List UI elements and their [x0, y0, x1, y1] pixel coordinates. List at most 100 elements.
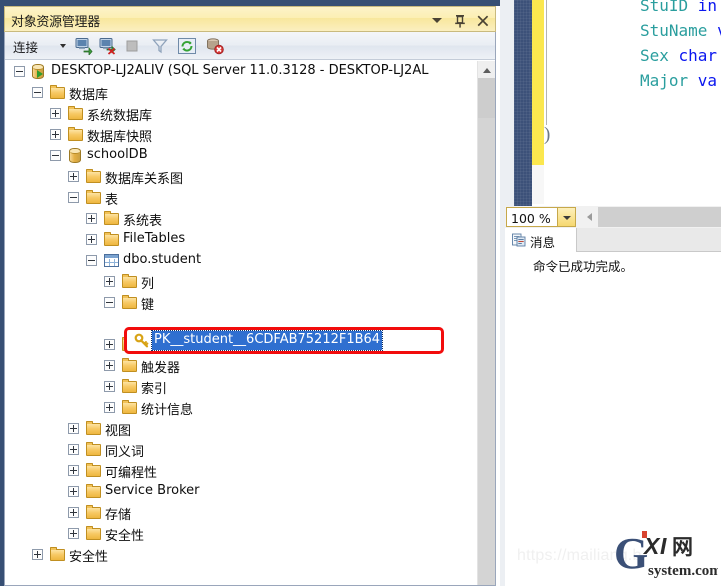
- table-icon: [104, 254, 119, 267]
- tree-node-server[interactable]: DESKTOP-LJ2ALIV (SQL Server 11.0.3128 - …: [5, 61, 477, 82]
- tree-node-service-broker[interactable]: Service Broker: [5, 481, 477, 502]
- tree-node-label: Service Broker: [105, 483, 200, 498]
- expander-toggle[interactable]: [86, 213, 97, 224]
- code-keyword: va: [697, 71, 718, 90]
- scroll-up-arrow-icon[interactable]: [478, 61, 495, 78]
- tree-node-filetables[interactable]: FileTables: [5, 229, 477, 250]
- scroll-left-arrow-icon[interactable]: [580, 208, 598, 226]
- connect-object-explorer-icon[interactable]: [75, 37, 93, 55]
- tree-node-keys[interactable]: 键: [5, 292, 477, 313]
- zoom-combobox[interactable]: 100 %: [506, 207, 576, 227]
- tree-node-statistics[interactable]: 统计信息: [5, 397, 477, 418]
- tree-node-db-security[interactable]: 安全性: [5, 523, 477, 544]
- expander-toggle[interactable]: [104, 402, 115, 413]
- tree-node-databases[interactable]: 数据库: [5, 82, 477, 103]
- scrollbar-thumb[interactable]: [478, 78, 495, 118]
- tree-node-programmability[interactable]: 可编程性: [5, 460, 477, 481]
- tree-vertical-scrollbar[interactable]: [477, 61, 495, 585]
- tree-node-label: 数据库快照: [87, 130, 153, 145]
- pin-icon: [455, 15, 465, 28]
- tree-node-tables[interactable]: 表: [5, 187, 477, 208]
- tree-node-synonyms[interactable]: 同义词: [5, 439, 477, 460]
- chevron-down-icon[interactable]: [557, 208, 575, 226]
- folder-icon: [86, 442, 101, 456]
- tree-node-triggers[interactable]: 触发器: [5, 355, 477, 376]
- expander-toggle[interactable]: [50, 108, 61, 119]
- filter-icon[interactable]: [151, 37, 169, 55]
- object-explorer-title: 对象资源管理器: [11, 15, 100, 30]
- object-explorer-title-buttons: [429, 9, 491, 31]
- refresh-icon[interactable]: [178, 37, 196, 55]
- tree-node-label: 可编程性: [105, 466, 158, 481]
- expander-toggle[interactable]: [68, 507, 79, 518]
- tree-node-label: 系统表: [123, 214, 163, 229]
- expander-toggle[interactable]: [104, 339, 115, 350]
- expander-toggle[interactable]: [86, 255, 97, 266]
- expander-toggle[interactable]: [104, 360, 115, 371]
- tree-node-dbo-student[interactable]: dbo.student: [5, 250, 477, 271]
- expander-toggle[interactable]: [104, 381, 115, 392]
- expander-toggle[interactable]: [68, 423, 79, 434]
- tree-node-label: 数据库: [69, 88, 109, 103]
- horizontal-scrollbar-track[interactable]: [598, 207, 721, 227]
- selected-node-highlight[interactable]: PK__student__6CDFAB75212F1B64: [150, 330, 384, 351]
- code-identifier: StuID: [640, 0, 698, 15]
- auto-hide-pin-button[interactable]: [452, 10, 468, 30]
- tree-node-views[interactable]: 视图: [5, 418, 477, 439]
- expander-toggle[interactable]: [68, 528, 79, 539]
- folder-icon: [68, 106, 83, 120]
- expander-toggle[interactable]: [32, 549, 43, 560]
- tree-node-columns[interactable]: 列: [5, 271, 477, 292]
- tree-node-label: 同义词: [105, 445, 145, 460]
- disconnect-database-icon[interactable]: [206, 37, 224, 55]
- tree-node-schooldb[interactable]: schoolDB: [5, 145, 477, 166]
- editor-indent-guide: [546, 0, 547, 125]
- disconnect-object-explorer-icon[interactable]: [99, 37, 117, 55]
- tree-node-server-security[interactable]: 安全性: [5, 544, 477, 565]
- tree-node-system-tables[interactable]: 系统表: [5, 208, 477, 229]
- tree-node-label: 系统数据库: [87, 109, 153, 124]
- folder-icon: [122, 379, 137, 393]
- code-line: StuName v: [640, 21, 721, 40]
- expander-toggle[interactable]: [32, 87, 43, 98]
- tree-node-indexes[interactable]: 索引: [5, 376, 477, 397]
- tree-node-system-databases[interactable]: 系统数据库: [5, 103, 477, 124]
- expander-toggle[interactable]: [14, 66, 25, 77]
- expander-toggle[interactable]: [86, 234, 97, 245]
- folder-icon: [122, 295, 137, 309]
- panel-dropdown-button[interactable]: [429, 10, 445, 30]
- svg-text:system.com: system.com: [648, 563, 718, 579]
- database-icon: [69, 148, 81, 163]
- tree-node-storage[interactable]: 存储: [5, 502, 477, 523]
- object-explorer-title-bar: 对象资源管理器: [4, 6, 496, 32]
- expander-toggle[interactable]: [68, 465, 79, 476]
- folder-icon: [68, 127, 83, 141]
- tab-messages[interactable]: 消息: [505, 228, 577, 252]
- tree-node-label: 列: [141, 277, 155, 292]
- tree-node-database-snapshots[interactable]: 数据库快照: [5, 124, 477, 145]
- tree-node-label: 安全性: [105, 529, 145, 544]
- expander-toggle[interactable]: [104, 276, 115, 287]
- folder-icon: [86, 190, 101, 204]
- tree-node-label: 存储: [105, 508, 132, 523]
- expander-toggle[interactable]: [68, 444, 79, 455]
- object-explorer-tree[interactable]: DESKTOP-LJ2ALIV (SQL Server 11.0.3128 - …: [5, 61, 477, 585]
- expander-toggle[interactable]: [50, 150, 61, 161]
- server-icon: [32, 64, 44, 79]
- expander-toggle[interactable]: [50, 129, 61, 140]
- sql-editor[interactable]: StuID in StuName v Sex char Major va ): [532, 0, 721, 204]
- tree-node-database-diagrams[interactable]: 数据库关系图: [5, 166, 477, 187]
- folder-icon: [86, 463, 101, 477]
- close-panel-button[interactable]: [475, 10, 491, 30]
- editor-change-marker: [532, 0, 544, 165]
- code-closing-paren: ): [544, 124, 551, 145]
- expander-toggle[interactable]: [104, 297, 115, 308]
- expander-toggle[interactable]: [68, 171, 79, 182]
- expander-toggle[interactable]: [68, 486, 79, 497]
- connect-menu-button[interactable]: 连接: [13, 37, 38, 56]
- editor-status-row: 100 %: [505, 206, 721, 228]
- expander-toggle[interactable]: [68, 192, 79, 203]
- key-icon: [134, 333, 149, 348]
- code-identifier: Major: [640, 71, 698, 90]
- tree-node-label: 索引: [141, 382, 168, 397]
